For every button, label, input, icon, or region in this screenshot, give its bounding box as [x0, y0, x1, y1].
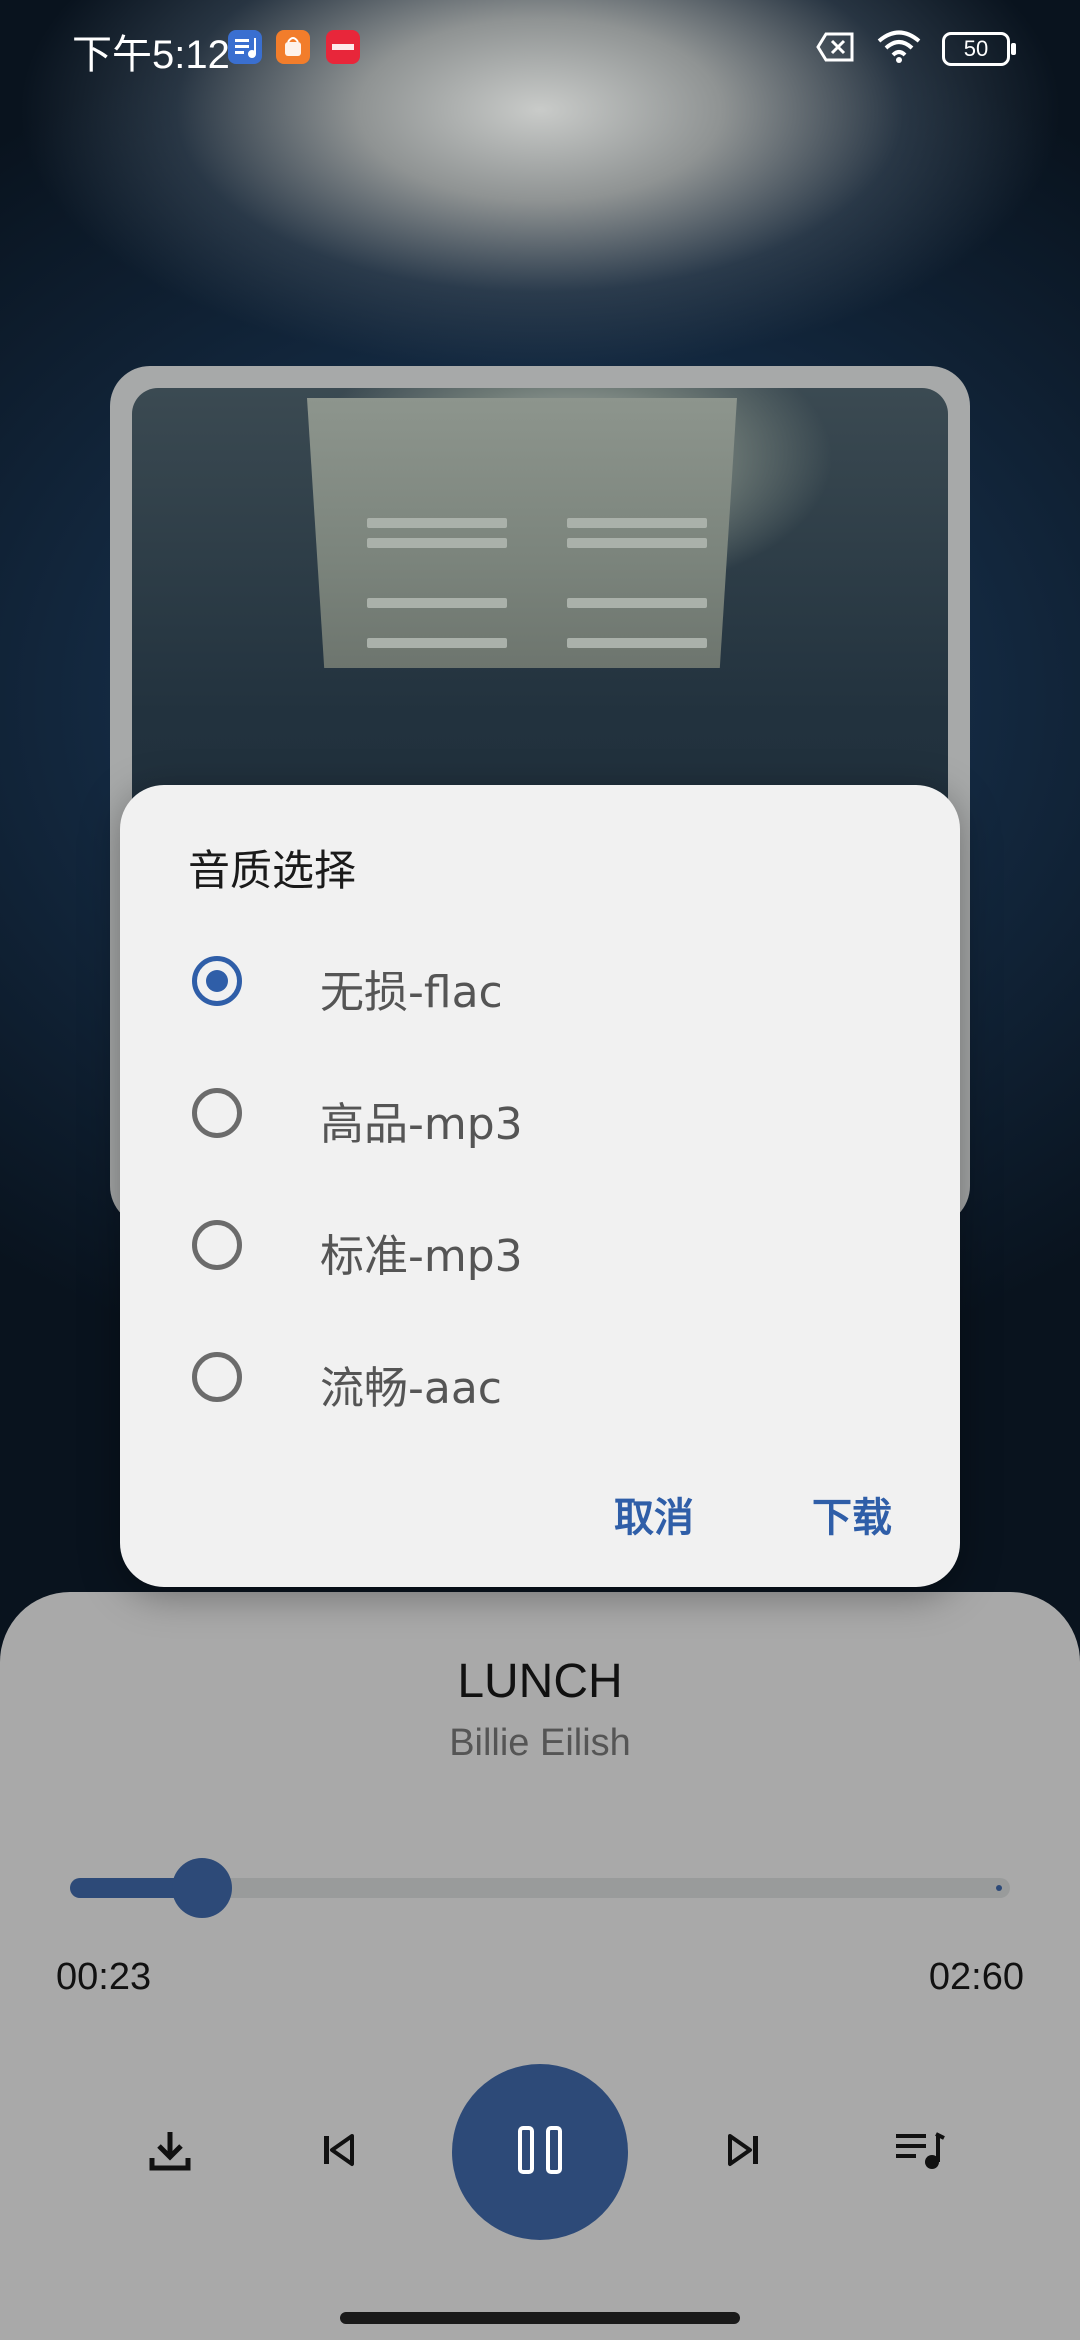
option-flac[interactable]: 无损-flac	[120, 930, 960, 1040]
total-time: 02:60	[928, 1956, 1024, 1998]
current-time: 00:23	[56, 1956, 152, 1998]
option-mp3-standard[interactable]: 标准-mp3	[120, 1194, 960, 1304]
option-label: 无损-flac	[320, 967, 503, 1018]
shopping-app-icon	[276, 30, 310, 64]
next-icon	[724, 2130, 764, 2174]
radio-button[interactable]	[192, 1088, 242, 1138]
play-pause-button[interactable]	[452, 2064, 628, 2240]
album-art-box	[307, 398, 737, 668]
next-button[interactable]	[704, 2112, 784, 2192]
radio-button[interactable]	[192, 1220, 242, 1270]
pause-icon	[516, 2124, 564, 2180]
artist-name: Billie Eilish	[449, 1722, 631, 1764]
option-label: 高品-mp3	[320, 1099, 523, 1150]
progress-thumb[interactable]	[171, 1858, 232, 1918]
radio-button[interactable]	[192, 1352, 242, 1402]
download-icon	[146, 2126, 194, 2178]
xiaohongshu-app-icon	[326, 30, 360, 64]
playlist-icon	[894, 2128, 946, 2176]
previous-icon	[318, 2130, 358, 2174]
dialog-title: 音质选择	[188, 846, 357, 895]
previous-button[interactable]	[298, 2112, 378, 2192]
playlist-button[interactable]	[880, 2112, 960, 2192]
cancel-button[interactable]: 取消	[614, 1485, 694, 1543]
wifi-icon	[876, 30, 922, 68]
status-time: 下午5:12	[72, 33, 230, 77]
option-label: 标准-mp3	[320, 1231, 523, 1282]
download-confirm-button[interactable]: 下载	[812, 1485, 892, 1543]
option-label: 流畅-aac	[320, 1363, 502, 1414]
download-button[interactable]	[130, 2112, 210, 2192]
progress-slider[interactable]	[70, 1858, 1010, 1918]
quality-select-dialog: 音质选择 无损-flac 高品-mp3 标准-mp3 流畅-aac 取消 下载	[120, 785, 960, 1587]
battery-indicator: 50	[942, 32, 1016, 66]
progress-end-dot	[996, 1885, 1002, 1891]
song-title: LUNCH	[457, 1655, 623, 1708]
radio-button[interactable]	[192, 956, 242, 1006]
no-sim-icon	[816, 31, 856, 67]
option-mp3-high[interactable]: 高品-mp3	[120, 1062, 960, 1172]
home-indicator[interactable]	[340, 2312, 740, 2324]
status-bar: 下午5:12 50	[0, 0, 1080, 100]
player-panel: LUNCH Billie Eilish 00:23 02:60	[0, 1592, 1080, 2340]
option-aac[interactable]: 流畅-aac	[120, 1326, 960, 1436]
music-app-icon	[228, 30, 262, 64]
